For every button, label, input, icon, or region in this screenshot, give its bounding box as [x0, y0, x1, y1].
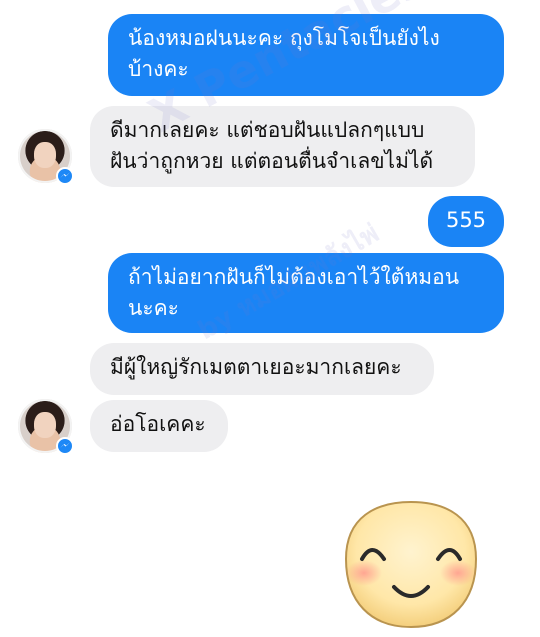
incoming-message[interactable]: ดีมากเลยคะ แต่ชอบฝันแปลกๆแบบ ฝันว่าถูกหว…	[90, 106, 475, 187]
incoming-message[interactable]: อ่อโอเคคะ	[90, 400, 228, 452]
smiley-face-sticker[interactable]	[336, 497, 486, 635]
outgoing-message[interactable]: 555	[428, 196, 504, 247]
messenger-badge-icon	[56, 167, 74, 185]
contact-avatar[interactable]	[18, 129, 74, 185]
messenger-badge-icon	[56, 437, 74, 455]
contact-avatar[interactable]	[18, 399, 74, 455]
avatar-face	[34, 412, 56, 438]
outgoing-message[interactable]: ถ้าไม่อยากฝันก็ไม่ต้องเอาไว้ใต้หมอน นะคะ	[108, 253, 504, 333]
outgoing-message[interactable]: น้องหมอฝนนะคะ ถุงโมโจเป็นยังไง บ้างคะ	[108, 14, 504, 96]
incoming-message[interactable]: มีผู้ใหญ่รักเมตตาเยอะมากเลยคะ	[90, 343, 434, 395]
avatar-face	[34, 142, 56, 168]
